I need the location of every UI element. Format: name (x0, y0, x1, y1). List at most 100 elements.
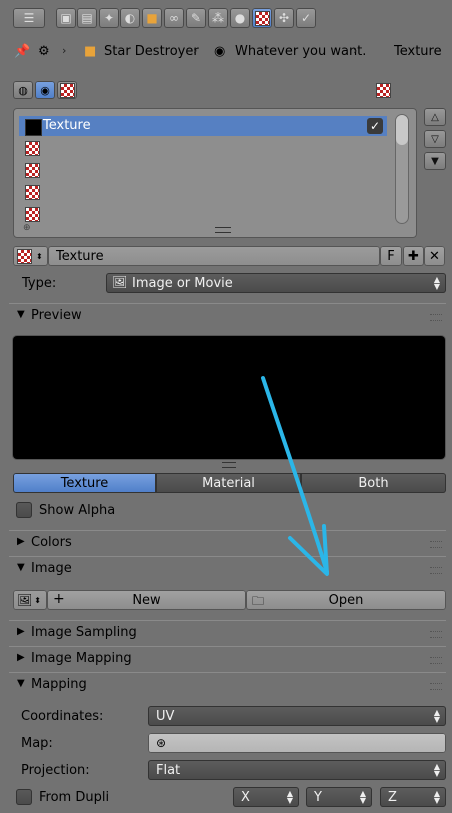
world-tab-icon[interactable]: ◐ (120, 8, 140, 28)
pin-icon[interactable]: 📌 (14, 44, 30, 59)
list-item[interactable] (19, 138, 387, 158)
new-image-button[interactable]: + New (47, 590, 246, 610)
panel-grip-icon[interactable] (430, 541, 442, 548)
projection-label: Projection: (21, 763, 90, 778)
texture-swatch (25, 119, 42, 136)
texture-name-field[interactable]: Texture (48, 246, 380, 266)
list-item[interactable] (19, 204, 387, 224)
list-item[interactable] (19, 182, 387, 202)
preview-material-button[interactable]: Material (156, 473, 301, 493)
mapping-x-dropdown[interactable]: X ▲ ▼ (233, 787, 299, 807)
breadcrumb-object: Star Destroyer (104, 44, 199, 59)
physics-tab-icon[interactable]: ✣ (274, 8, 294, 28)
coordinates-label: Coordinates: (21, 709, 104, 724)
properties-header: ☰ ▣ ▤ ✦ ◐ ■ ∞ ✎ ⁂ ● ✣ ✓ (0, 0, 452, 36)
mapping-panel-header[interactable]: ▼ Mapping (9, 672, 446, 697)
move-down-button[interactable]: ▽ (424, 130, 446, 148)
panel-grip-icon[interactable] (430, 631, 442, 638)
render-tab-icon[interactable]: ▣ (56, 8, 76, 28)
image-mapping-panel-header[interactable]: ▶ Image Mapping (9, 646, 446, 671)
texture-icon (25, 207, 40, 222)
render-layers-tab-icon[interactable]: ▤ (77, 8, 97, 28)
map-label: Map: (21, 736, 53, 751)
scene-tab-icon[interactable]: ✦ (99, 8, 119, 28)
uv-map-icon: ⊛ (156, 736, 167, 750)
show-alpha-checkbox[interactable] (16, 502, 32, 518)
material-context-icon[interactable]: ◉ (35, 81, 55, 99)
collapse-arrow-icon: ▼ (17, 678, 25, 689)
plus-icon: + (53, 591, 65, 607)
material-tab-icon[interactable]: ● (230, 8, 250, 28)
world-context-icon[interactable]: ◍ (13, 81, 33, 99)
projection-dropdown[interactable]: Flat ▲ ▼ (148, 760, 446, 780)
slot-label: Texture (43, 118, 91, 133)
modifiers-tab-icon[interactable]: ✎ (186, 8, 206, 28)
preview-canvas (13, 336, 445, 459)
object-tab-icon[interactable]: ■ (142, 8, 162, 28)
panel-grip-icon[interactable] (430, 567, 442, 574)
preview-panel-header[interactable]: ▼ Preview (9, 303, 446, 328)
chevron-right-icon: › (353, 44, 358, 57)
texture-icon (25, 163, 40, 178)
expand-arrow-icon: ▶ (17, 652, 25, 663)
list-item[interactable] (19, 160, 387, 180)
type-dropdown[interactable]: 🖼 Image or Movie ▲ ▼ (106, 273, 446, 293)
breadcrumb-material: Whatever you want. (235, 44, 367, 59)
texture-icon (376, 83, 391, 98)
texture-icon (25, 185, 40, 200)
unlink-close-icon[interactable]: ✕ (424, 246, 445, 266)
dropdown-arrows-icon: ▲ ▼ (359, 789, 366, 805)
colors-panel-header[interactable]: ▶ Colors (9, 530, 446, 555)
show-alpha-label: Show Alpha (39, 503, 116, 518)
list-scrollbar-thumb[interactable] (396, 115, 408, 145)
preview-texture-button[interactable]: Texture (13, 473, 156, 493)
list-item[interactable]: Texture ✓ (19, 116, 387, 136)
chevron-right-icon: › (193, 44, 198, 57)
from-dupli-checkbox[interactable] (16, 789, 32, 805)
new-texture-icon[interactable]: ✚ (403, 246, 424, 266)
constraints-tab-icon[interactable]: ∞ (164, 8, 184, 28)
from-dupli-label: From Dupli (39, 790, 110, 805)
collapse-arrow-icon: ▼ (17, 562, 25, 573)
texture-browse-button[interactable]: ⬍ (13, 246, 48, 266)
dropdown-arrows-icon: ▲ ▼ (433, 708, 440, 724)
object-icon: ■ (84, 44, 97, 59)
expand-arrow-icon: ▶ (17, 626, 25, 637)
image-panel-header[interactable]: ▼ Image (9, 556, 446, 581)
scene-icon: ⚙ (38, 44, 50, 59)
texture-tab-icon[interactable] (252, 8, 272, 28)
panel-grip-icon[interactable] (430, 314, 442, 321)
texture-icon (25, 141, 40, 156)
panel-grip-icon[interactable] (430, 683, 442, 690)
type-label: Type: (22, 276, 57, 291)
preview-resize-grip[interactable] (222, 462, 236, 468)
breadcrumb: 📌 ⚙ › ■ Star Destroyer › ◉ Whatever you … (0, 38, 452, 98)
type-value: Image or Movie (132, 275, 233, 291)
particles-tab-icon[interactable]: ⁂ (208, 8, 228, 28)
add-filter-icon[interactable]: ⊕ (23, 223, 31, 233)
texture-slot-list[interactable]: Texture ✓ ⊕ (13, 108, 417, 238)
mapping-y-dropdown[interactable]: Y ▲ ▼ (306, 787, 372, 807)
panel-grip-icon[interactable] (430, 657, 442, 664)
open-image-button[interactable]: 🗀 Open (246, 590, 446, 610)
mapping-z-dropdown[interactable]: Z ▲ ▼ (380, 787, 446, 807)
dropdown-arrows-icon: ▲ ▼ (286, 789, 293, 805)
data-tab-icon[interactable]: ✓ (296, 8, 316, 28)
move-up-button[interactable]: △ (424, 108, 446, 126)
breadcrumb-texture: Texture (394, 44, 442, 59)
image-browse-button[interactable]: 🖼 ⬍ (13, 590, 47, 610)
preview-both-button[interactable]: Both (301, 473, 446, 493)
list-resize-grip[interactable] (215, 227, 231, 233)
editor-type-menu[interactable]: ☰ (13, 8, 45, 28)
image-sampling-panel-header[interactable]: ▶ Image Sampling (9, 620, 446, 645)
folder-icon: 🗀 (252, 594, 265, 608)
expand-arrow-icon: ▶ (17, 536, 25, 547)
dropdown-arrows-icon: ▲ ▼ (433, 275, 440, 291)
slot-enabled-checkbox[interactable]: ✓ (367, 118, 383, 134)
coordinates-dropdown[interactable]: UV ▲ ▼ (148, 706, 446, 726)
texture-context-icon[interactable] (57, 81, 77, 99)
specials-menu-button[interactable]: ▼ (424, 152, 446, 170)
fake-user-button[interactable]: F (380, 246, 402, 266)
dropdown-arrows-icon: ▲ ▼ (433, 762, 440, 778)
uv-map-field[interactable]: ⊛ (148, 733, 446, 753)
